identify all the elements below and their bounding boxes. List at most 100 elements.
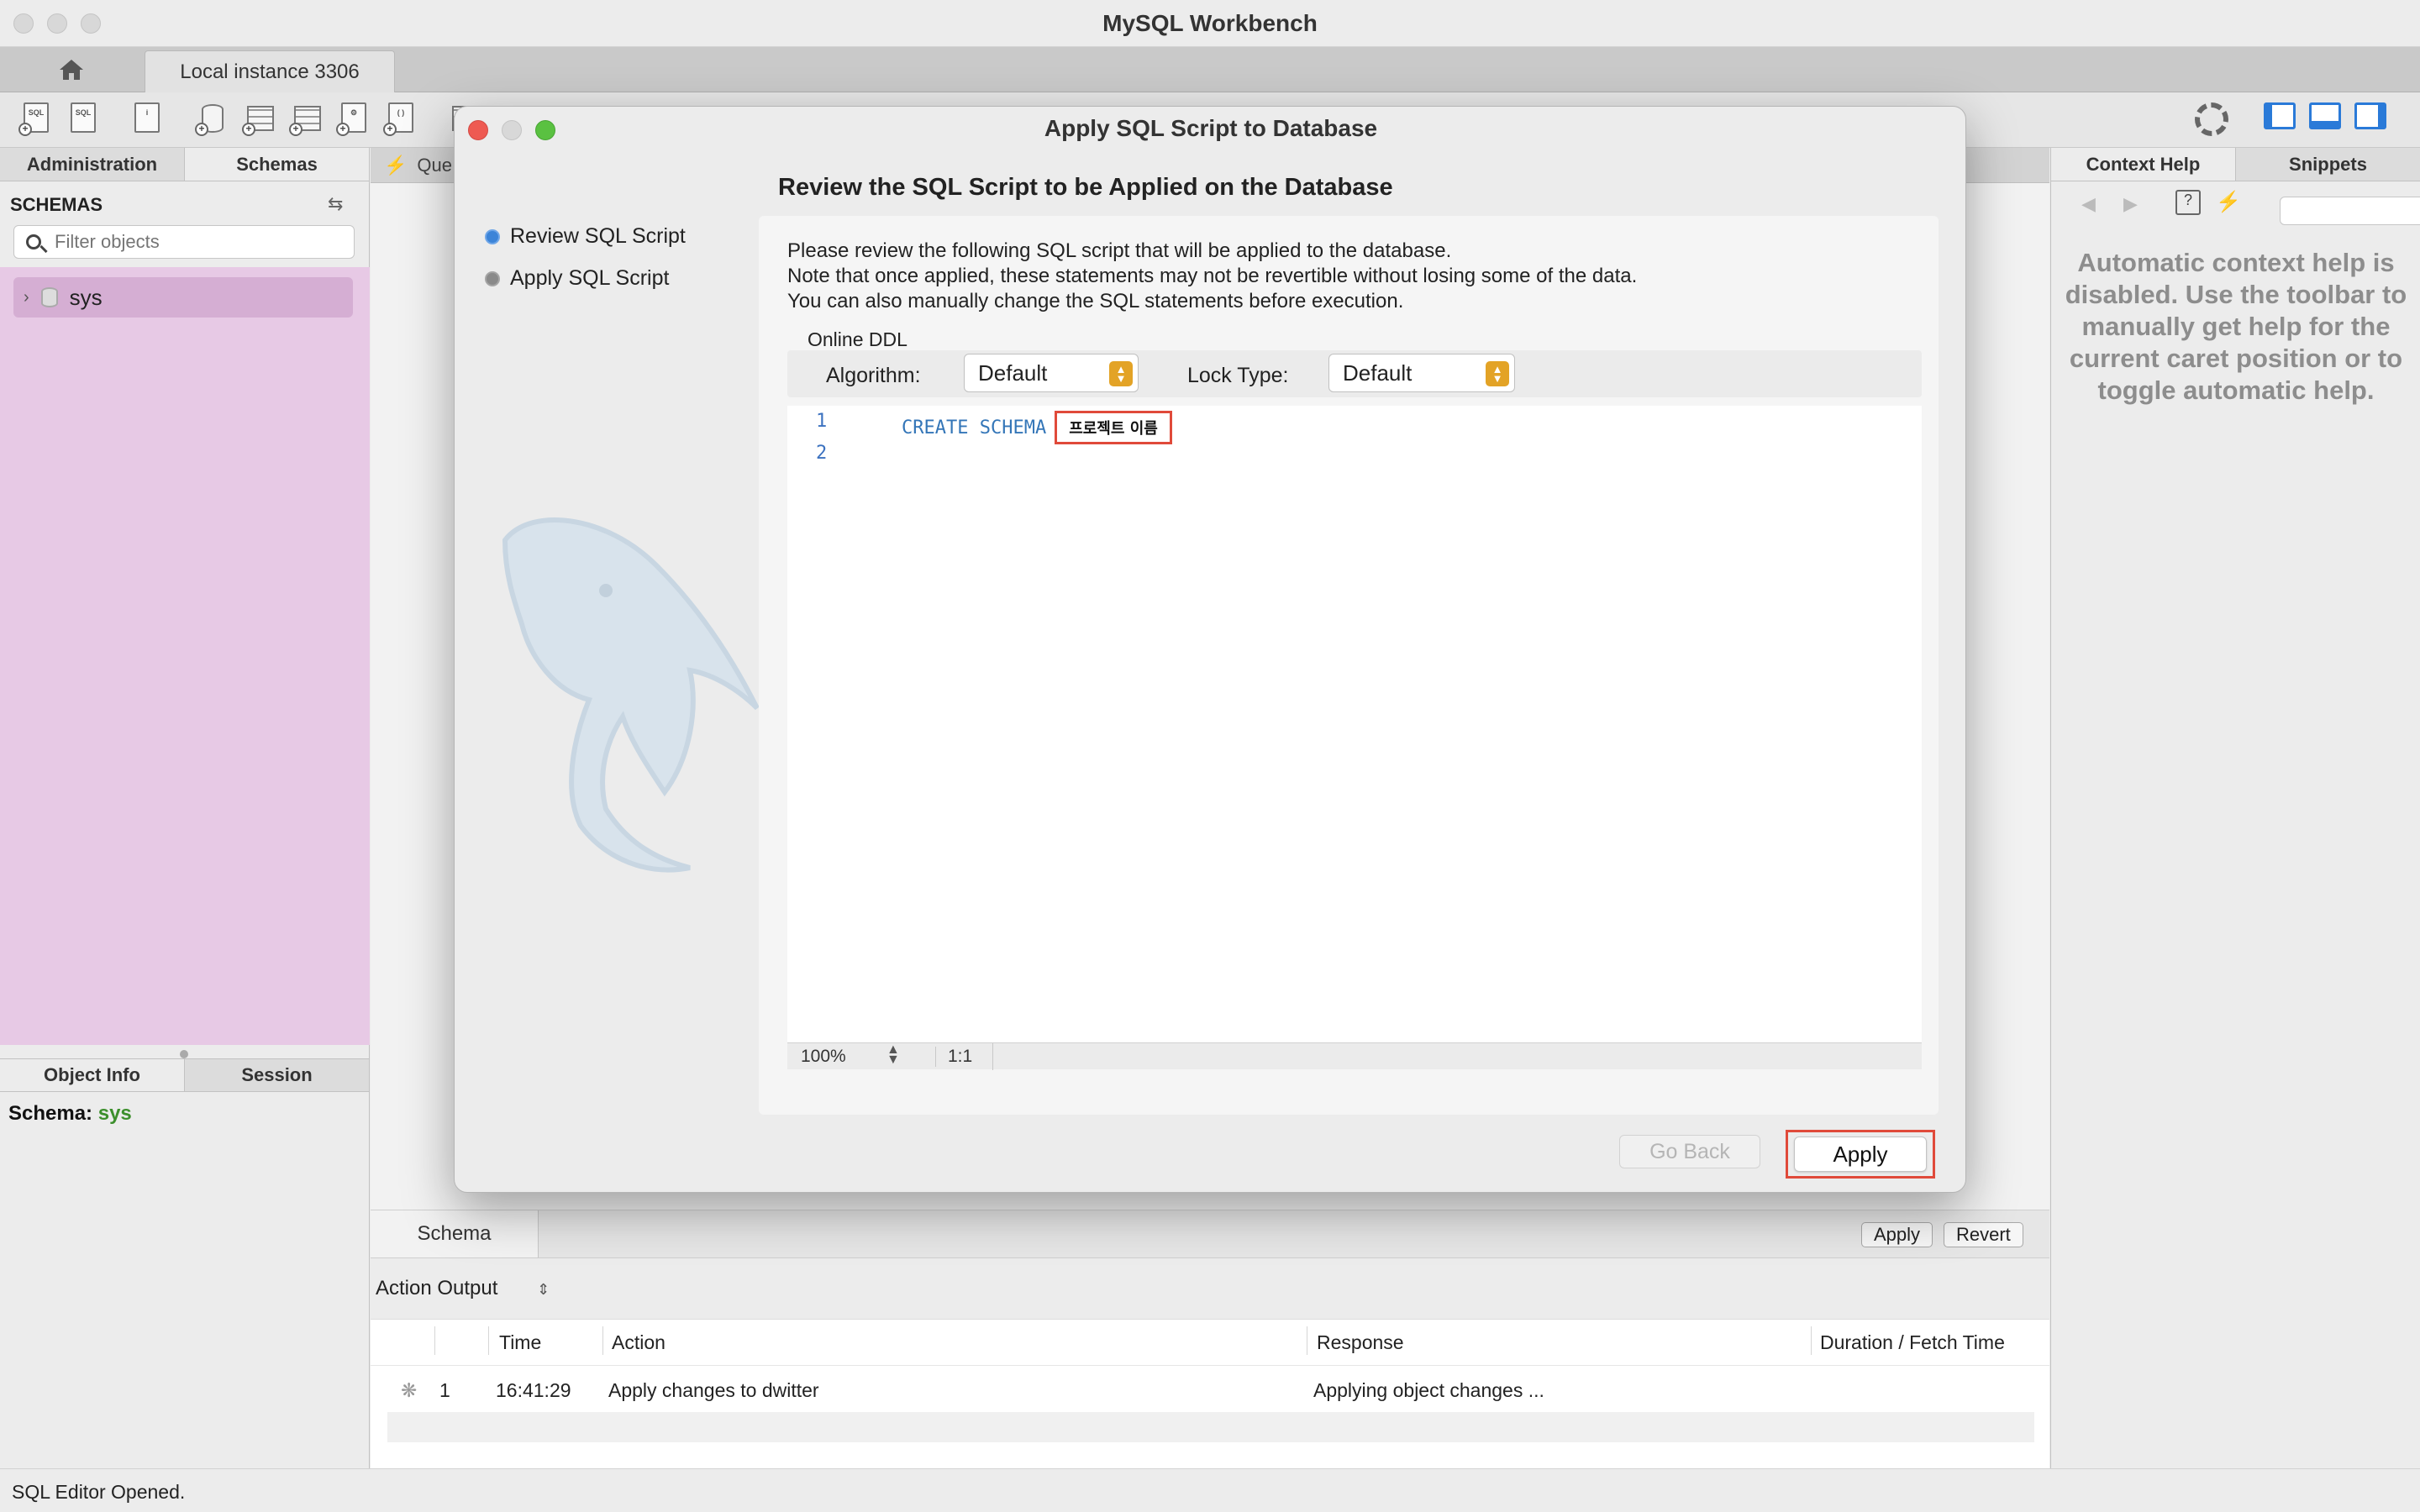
secondary-sidebar: Context Help Snippets ◀ ▶ ? ⚡ Automatic …	[2050, 148, 2420, 1468]
splitter-handle[interactable]	[180, 1050, 188, 1058]
column-header-time[interactable]: Time	[499, 1331, 541, 1354]
home-tab[interactable]	[0, 47, 143, 92]
schemas-section-title: SCHEMAS	[10, 194, 103, 215]
sql-keyword: CREATE SCHEMA	[902, 417, 1047, 438]
schema-editor-footer: Schema Apply Revert	[371, 1210, 2049, 1258]
schema-info-value: sys	[97, 1102, 132, 1125]
sidebar-tabs: Administration Schemas	[0, 148, 370, 181]
column-header-action[interactable]: Action	[612, 1331, 666, 1354]
toggle-output-panel-icon[interactable]	[2309, 102, 2341, 129]
forward-arrow-icon[interactable]: ▶	[2123, 193, 2138, 215]
column-divider	[434, 1326, 435, 1355]
open-sql-script-icon[interactable]: SQL	[64, 101, 101, 138]
step-label: Review SQL Script	[510, 224, 686, 248]
row-action: Apply changes to dwitter	[608, 1379, 819, 1401]
review-note-3: You can also manually change the SQL sta…	[787, 290, 1404, 312]
output-panel: Action Output ⇕ Time Action Response Dur…	[371, 1258, 2049, 1468]
create-procedure-icon[interactable]: ⚙ +	[334, 101, 371, 138]
sql-script-editor[interactable]: 1 2 CREATE SCHEMA 프로젝트 이름 100% ▲ ▼ 1:1	[787, 406, 1922, 1070]
online-ddl-title: Online DDL	[808, 328, 908, 350]
connection-tab-local-instance[interactable]: Local instance 3306	[145, 50, 395, 92]
line-number: 1	[816, 411, 828, 432]
column-header-response[interactable]: Response	[1317, 1331, 1404, 1354]
review-note-2: Note that once applied, these statements…	[787, 265, 1638, 287]
toggle-secondary-sidebar-icon[interactable]	[2354, 102, 2386, 129]
tab-object-info[interactable]: Object Info	[0, 1059, 185, 1091]
search-icon	[26, 234, 41, 249]
cursor-position: 1:1	[935, 1047, 972, 1067]
title-bar: MySQL Workbench	[0, 0, 2420, 47]
new-sql-tab-icon[interactable]: SQL +	[17, 101, 54, 138]
schema-info: Schema: sys	[8, 1102, 132, 1126]
column-divider	[488, 1326, 489, 1355]
help-search-input[interactable]	[2280, 197, 2420, 225]
lock-type-label: Lock Type:	[1187, 364, 1289, 387]
zoom-level[interactable]: 100%	[801, 1047, 846, 1067]
lightning-icon: ⚡	[384, 155, 408, 176]
create-schema-icon[interactable]: +	[193, 101, 230, 138]
editor-status-bar: 100% ▲ ▼ 1:1	[787, 1042, 1922, 1070]
sql-code-line[interactable]: CREATE SCHEMA 프로젝트 이름	[902, 411, 1172, 444]
schema-name-placeholder: 프로젝트 이름	[1055, 411, 1172, 444]
refresh-icon[interactable]: ⇆	[328, 193, 343, 215]
filter-objects-input[interactable]	[55, 231, 332, 253]
pending-step-icon	[485, 270, 500, 286]
tab-session[interactable]: Session	[185, 1059, 370, 1091]
connection-tab-bar: Local instance 3306	[0, 47, 2420, 92]
manual-help-icon[interactable]: ?	[2175, 190, 2201, 215]
lock-type-select[interactable]: Default ▲ ▼	[1328, 354, 1515, 392]
chevron-right-icon[interactable]: ›	[24, 288, 29, 307]
schema-info-label: Schema:	[8, 1102, 93, 1125]
create-function-icon[interactable]: ( ) +	[381, 101, 418, 138]
table-row[interactable]: ❋ 1 16:41:29 Apply changes to dwitter Ap…	[371, 1365, 2049, 1412]
step-label: Apply SQL Script	[510, 266, 670, 290]
active-step-icon	[485, 228, 500, 244]
online-ddl-options: Algorithm: Default ▲ ▼ Lock Type: Default…	[787, 350, 1922, 397]
preferences-gear-icon[interactable]	[2195, 102, 2228, 136]
filter-objects-field[interactable]	[13, 225, 355, 259]
navigator-sidebar: Administration Schemas SCHEMAS ⇆ › sys O…	[0, 148, 370, 1468]
create-view-icon[interactable]: +	[287, 101, 324, 138]
go-back-button[interactable]: Go Back	[1619, 1135, 1760, 1168]
line-number: 2	[816, 443, 828, 464]
tab-schemas[interactable]: Schemas	[185, 148, 370, 181]
output-selector[interactable]: Action Output ⇕	[376, 1277, 550, 1300]
zoom-stepper-icon[interactable]: ▲ ▼	[886, 1043, 900, 1067]
tab-snippets[interactable]: Snippets	[2236, 148, 2420, 181]
tab-context-help[interactable]: Context Help	[2051, 148, 2236, 181]
secondary-sidebar-tabs: Context Help Snippets	[2051, 148, 2420, 181]
apply-button-highlight: Apply	[1786, 1130, 1935, 1179]
inspector-icon[interactable]: i	[128, 101, 165, 138]
schema-tree-item-sys[interactable]: › sys	[13, 277, 353, 318]
row-response: Applying object changes ...	[1313, 1379, 1544, 1401]
column-divider	[602, 1326, 603, 1355]
tab-administration[interactable]: Administration	[0, 148, 185, 181]
home-icon	[60, 60, 83, 80]
review-panel: Please review the following SQL script t…	[759, 216, 1939, 1115]
auto-help-icon[interactable]: ⚡	[2216, 190, 2241, 214]
database-icon	[40, 287, 58, 307]
row-time: 16:41:29	[496, 1379, 571, 1401]
wizard-steps: Review SQL Script Apply SQL Script	[455, 154, 760, 1192]
apply-changes-button[interactable]: Apply	[1861, 1222, 1933, 1247]
window-title: MySQL Workbench	[1102, 10, 1318, 36]
column-header-duration[interactable]: Duration / Fetch Time	[1820, 1331, 2005, 1354]
lock-type-value: Default	[1343, 360, 1413, 386]
step-review-sql-script: Review SQL Script	[485, 224, 686, 249]
step-apply-sql-script: Apply SQL Script	[485, 266, 669, 291]
toggle-sidebar-icon[interactable]	[2264, 102, 2296, 129]
tab-query-label: Que	[417, 155, 452, 176]
algorithm-value: Default	[978, 360, 1048, 386]
schema-tree: › sys	[0, 267, 370, 1045]
spinner-icon: ❋	[401, 1379, 418, 1401]
create-table-icon[interactable]: +	[240, 101, 277, 138]
apply-button[interactable]: Apply	[1794, 1137, 1927, 1172]
back-arrow-icon[interactable]: ◀	[2081, 193, 2096, 215]
context-help-text: Automatic context help is disabled. Use …	[2065, 248, 2407, 405]
algorithm-select[interactable]: Default ▲ ▼	[964, 354, 1139, 392]
divider	[992, 1043, 993, 1070]
schema-tree-item-label: sys	[69, 284, 103, 310]
revert-changes-button[interactable]: Revert	[1944, 1222, 2023, 1247]
tab-schema[interactable]: Schema	[371, 1210, 539, 1257]
status-bar: SQL Editor Opened.	[0, 1468, 2420, 1512]
